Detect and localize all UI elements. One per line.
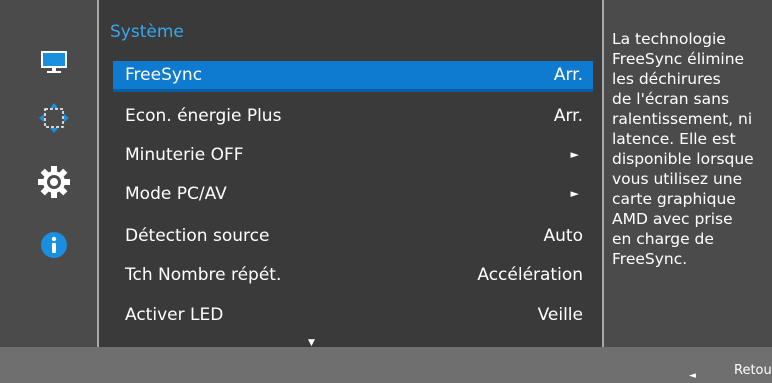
menu-item-detection-source[interactable]: Détection source Auto: [113, 220, 593, 251]
submenu-arrow-icon: ►: [570, 148, 579, 161]
menu-item-minuterie-off[interactable]: Minuterie OFF ►: [113, 139, 593, 170]
menu-item-value: Veille: [537, 304, 583, 325]
menu-item-label: FreeSync: [125, 65, 203, 85]
menu-title: Système: [110, 22, 184, 42]
menu-item-label: Tch Nombre répét.: [125, 264, 282, 285]
menu-item-activer-led[interactable]: Activer LED Veille: [113, 299, 593, 330]
back-arrow-icon: ◄: [689, 371, 696, 381]
monitor-icon[interactable]: [34, 42, 74, 82]
footer-bar: [0, 347, 772, 383]
info-icon[interactable]: [34, 225, 74, 265]
sidebar: [0, 0, 97, 347]
submenu-arrow-icon: ►: [570, 187, 579, 200]
help-panel: La technologie FreeSync élimine les déch…: [604, 0, 772, 347]
move-arrows-icon[interactable]: [34, 98, 74, 138]
help-text: La technologie FreeSync élimine les déch…: [612, 30, 754, 268]
osd-menu-panel: Système FreeSync Arr. Econ. énergie Plus…: [97, 0, 604, 348]
menu-item-econ-energie-plus[interactable]: Econ. énergie Plus Arr.: [113, 100, 593, 131]
menu-item-freesync[interactable]: FreeSync Arr.: [113, 61, 593, 92]
menu-item-label: Mode PC/AV: [125, 183, 227, 204]
menu-item-label: Econ. énergie Plus: [125, 105, 282, 126]
menu-item-label: Activer LED: [125, 304, 224, 325]
menu-item-value: Arr.: [553, 105, 583, 126]
menu-item-value: Auto: [543, 225, 583, 246]
menu-item-value: Arr.: [553, 65, 583, 85]
menu-item-mode-pc-av[interactable]: Mode PC/AV ►: [113, 178, 593, 209]
menu-item-value: Accélération: [477, 264, 583, 285]
menu-item-label: Détection source: [125, 225, 270, 246]
gear-icon[interactable]: [34, 162, 74, 202]
menu-item-label: Minuterie OFF: [125, 144, 244, 165]
menu-item-tch-nombre-repet[interactable]: Tch Nombre répét. Accélération: [113, 259, 593, 290]
back-button[interactable]: Retour: [734, 363, 772, 378]
